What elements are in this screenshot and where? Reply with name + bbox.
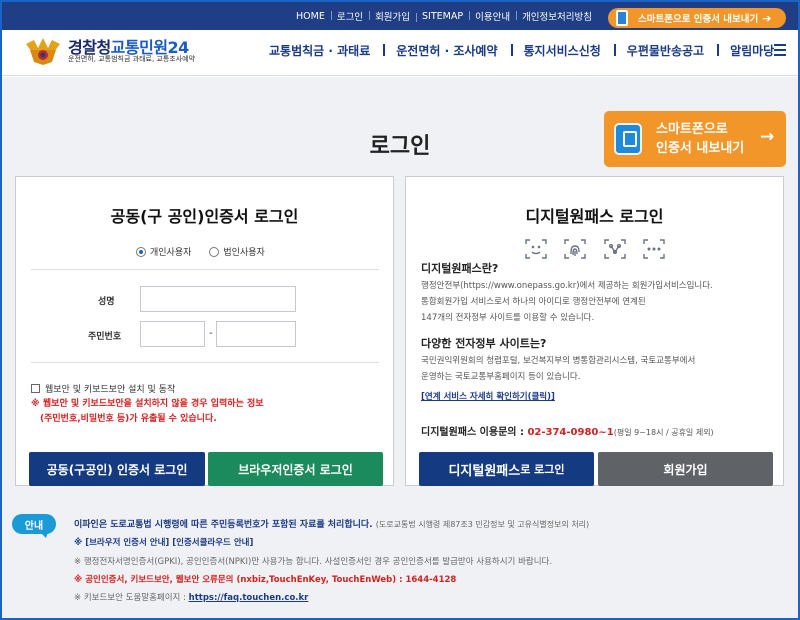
security-install-label: 웹보안 및 키보드보안 설치 및 동작 (45, 385, 176, 395)
security-warning: ※ 웹보안 및 키보드보안을 설치하지 않을 경우 입력하는 정보 (주민번호,… (31, 397, 264, 427)
name-input[interactable] (140, 286, 296, 312)
banner-line-2: 인증서 내보내기 (656, 141, 745, 156)
export-cert-label: 스마트폰으로 인증서 내보내기 (638, 14, 759, 25)
login-link[interactable]: 로그인 (330, 9, 369, 23)
nav-returned-mail[interactable]: 우편물반송공고 (613, 42, 717, 59)
utility-links: HOME 로그인 회원가입 SITEMAP 이용안내 개인정보처리방침 (290, 2, 598, 30)
smartphone-icon (614, 123, 642, 155)
main-nav: 교통범칙금 · 과태료 운전면허 · 조사예약 통지서비스신청 우편물반송공고 … (256, 42, 787, 59)
rrn-separator: - (209, 328, 213, 339)
banner-line-1: 스마트폰으로 (656, 122, 728, 137)
onepass-inquiry: 디지털원패스 이용문의 : 02-374-0980~1(평일 9~18시 / 공… (421, 423, 714, 438)
pin-icon (643, 239, 665, 259)
notice-line-1: 이파인은 도로교통법 시행령에 따른 주민등록번호가 포함된 자료를 처리합니다… (74, 517, 589, 530)
arrow-right-icon: ➔ (762, 11, 772, 25)
notice-line-4: ※ 공인인증서, 키보드보안, 웹보안 오류문의 (nxbiz,TouchEnK… (74, 575, 457, 585)
home-link[interactable]: HOME (290, 11, 331, 22)
onepass-sites-title: 다양한 전자정부 사이트는? (421, 337, 547, 350)
site-header: 경찰청교통민원24 운전면허, 교통범칙금 과태료, 교통조사예약 교통범칙금 … (2, 30, 798, 76)
onepass-sites-line-2: 운영하는 국토교통부홈페이지 등이 있습니다. (421, 372, 581, 382)
notice-line-3: ※ 행정전자서명인증서(GPKI), 공인인증서(NPKI)만 사용가능 합니다… (74, 557, 553, 567)
site-logo-subtitle: 운전면허, 교통범칙금 과태료, 교통조사예약 (68, 55, 196, 63)
signup-link[interactable]: 회원가입 (369, 9, 416, 23)
onepass-login-panel: 디지털원패스 로그인 디지털원패스란? 행정안전부(https://www.on… (405, 176, 784, 486)
privacy-policy-link[interactable]: 개인정보처리방침 (516, 9, 598, 23)
checkbox-box[interactable] (31, 384, 40, 393)
onepass-login-title: 디지털원패스 로그인 (525, 207, 664, 226)
onepass-what-line-2: 통합회원가입 서비스로서 하나의 아이디로 행정안전부에 연계된 (421, 297, 646, 307)
rrn-label: 주민번호 (88, 332, 122, 342)
inquiry-phone: 02-374-0980~1 (527, 427, 614, 438)
linked-services-link[interactable]: [연계 서비스 자세히 확인하기(클릭)] (421, 390, 555, 402)
onepass-login-button[interactable]: 디지털원패스 로 로그인 (419, 452, 594, 486)
onepass-what-line-3: 147개의 전자정부 사이트를 이용할 수 있습니다. (421, 313, 595, 323)
police-emblem-icon[interactable] (24, 36, 62, 66)
notice-line-1-bold: 이파인은 도로교통법 시행령에 따른 주민등록번호가 포함된 자료를 처리합니다… (74, 520, 373, 530)
radio-corporate[interactable]: 법인사용자 (209, 245, 265, 258)
face-id-icon (525, 239, 547, 259)
radio-corporate-indicator[interactable] (209, 246, 220, 257)
name-label: 성명 (98, 297, 115, 307)
touchen-faq-link[interactable]: https://faq.touchen.co.kr (189, 593, 309, 603)
warning-line-1: ※ 웹보안 및 키보드보안을 설치하지 않을 경우 입력하는 정보 (31, 399, 264, 409)
radio-personal[interactable]: 개인사용자 (136, 245, 191, 258)
inquiry-label: 디지털원패스 이용문의 : (421, 427, 528, 438)
security-install-checkbox[interactable]: 웹보안 및 키보드보안 설치 및 동작 (31, 382, 175, 395)
onepass-sites-line-1: 국민권익위원회의 청렴포털, 보건복지부의 병통합관리시스템, 국토교통부에서 (421, 356, 696, 366)
smartphone-icon (616, 10, 628, 26)
divider (31, 269, 379, 270)
onepass-what-body: 행정안전부(https://www.onepass.go.kr)에서 제공하는 … (421, 278, 771, 326)
warning-line-2: (주민번호,비밀번호 등)가 유출될 수 있습니다. (40, 414, 217, 424)
user-type-radio-group: 개인사용자 법인사용자 (136, 245, 283, 258)
notice-line-5-prefix: ※ 키보드보안 도움말홈페이지 : (74, 593, 189, 603)
nav-license[interactable]: 운전면허 · 조사예약 (383, 42, 510, 59)
radio-corporate-label: 법인사용자 (223, 248, 265, 258)
cert-login-button[interactable]: 공동(구공인) 인증서 로그인 (29, 452, 205, 486)
rrn-front-input[interactable] (140, 321, 205, 347)
onepass-sites-body: 국민권익위원회의 청렴포털, 보건복지부의 병통합관리시스템, 국토교통부에서 … (421, 353, 771, 385)
export-cert-to-phone-button[interactable]: 스마트폰으로 인증서 내보내기 ➔ (608, 8, 786, 28)
rrn-back-input[interactable] (216, 321, 296, 347)
menu-icon[interactable] (774, 44, 786, 56)
top-utility-bar: HOME 로그인 회원가입 SITEMAP 이용안내 개인정보처리방침 스마트폰… (2, 2, 798, 30)
fingerprint-icon (564, 239, 586, 259)
arrow-right-icon: → (760, 127, 775, 147)
browser-cert-login-button[interactable]: 브라우저인증서 로그인 (208, 452, 383, 486)
notice-line-5: ※ 키보드보안 도움말홈페이지 : https://faq.touchen.co… (74, 591, 308, 603)
notice-line-1-plain: (도로교통법 시행령 제87조3 민감정보 및 고유식별정보의 처리) (375, 520, 590, 529)
radio-personal-label: 개인사용자 (150, 248, 192, 258)
onepass-login-label-brand: 디지털원패스 (448, 463, 521, 479)
pattern-icon (604, 239, 626, 259)
nav-fines[interactable]: 교통범칙금 · 과태료 (256, 42, 383, 59)
radio-personal-indicator[interactable] (136, 246, 146, 257)
guide-link[interactable]: 이용안내 (469, 9, 516, 23)
divider (31, 362, 379, 363)
nav-notification[interactable]: 통지서비스신청 (510, 42, 614, 59)
export-cert-to-phone-banner[interactable]: 스마트폰으로 인증서 내보내기 → (604, 111, 786, 167)
cert-login-title: 공동(구 공인)인증서 로그인 (110, 207, 299, 226)
notice-line-2[interactable]: ※ [브라우저 인증서 안내] [인증서클라우드 안내] (74, 536, 253, 548)
cert-login-panel: 공동(구 공인)인증서 로그인 개인사용자 법인사용자 성명 주민번호 - 웹보… (15, 176, 394, 486)
notice-badge: 안내 (12, 514, 56, 538)
onepass-login-label-suffix: 로 로그인 (520, 463, 565, 476)
onepass-what-line-1: 행정안전부(https://www.onepass.go.kr)에서 제공하는 … (421, 281, 713, 291)
inquiry-hours: (평일 9~18시 / 공휴일 제외) (613, 428, 714, 437)
onepass-what-title: 디지털원패스란? (421, 262, 499, 275)
sitemap-link[interactable]: SITEMAP (416, 11, 469, 22)
join-button[interactable]: 회원가입 (598, 452, 773, 486)
